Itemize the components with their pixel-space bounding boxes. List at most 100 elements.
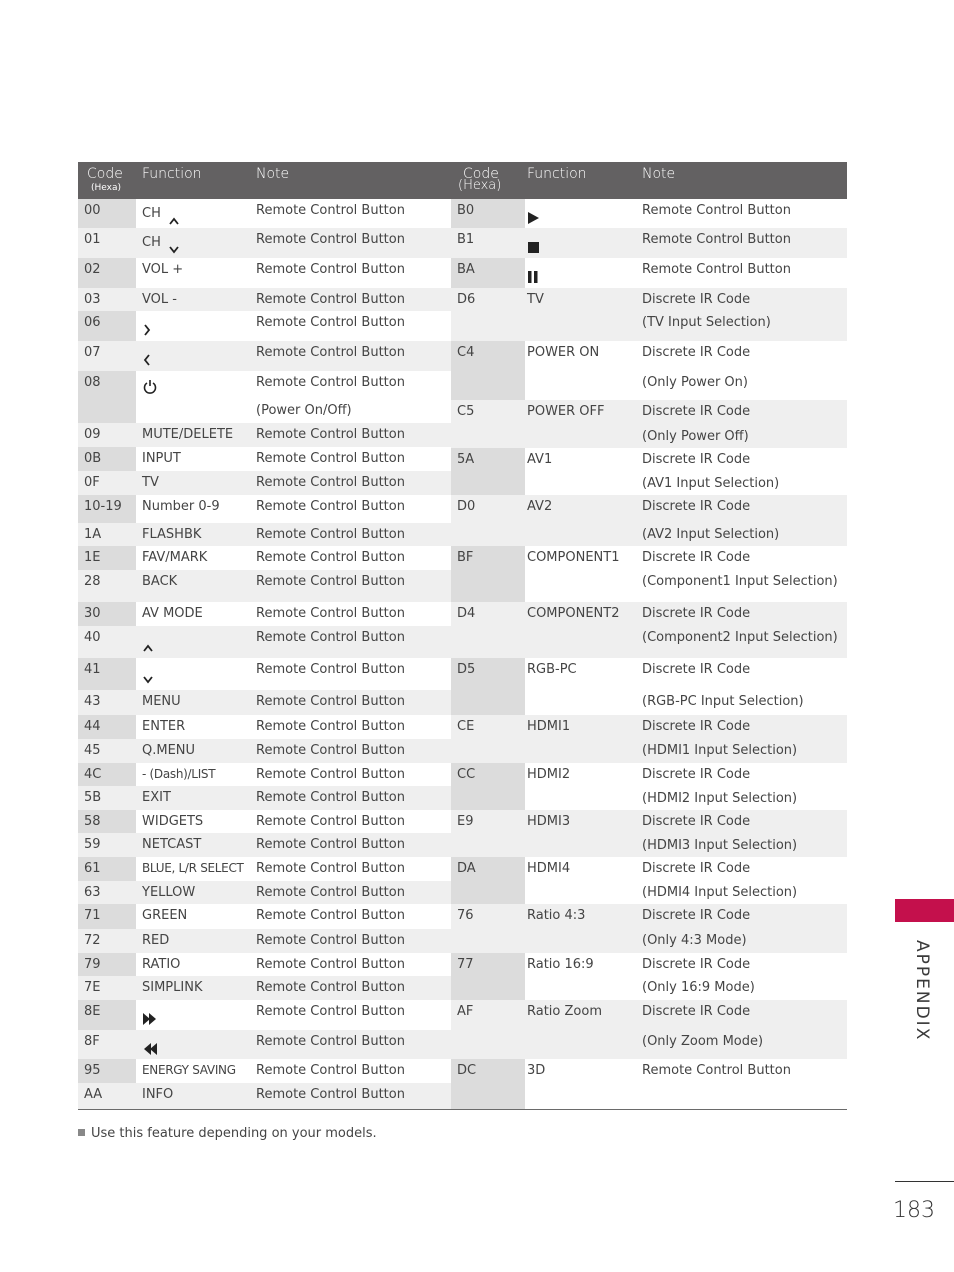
hex-code: 71 [84,908,101,923]
function-label: INFO [142,1087,174,1102]
section-tab-marker [895,899,954,922]
function-label: NETCAST [142,837,202,852]
note-detail: (Component2 Input Selection) [642,630,838,645]
note-text: Remote Control Button [256,475,405,490]
note-text: Remote Control Button [256,315,405,330]
hex-code: D6 [457,292,476,307]
table-row: 09 MUTE/DELETE Remote Control Button [78,423,451,447]
hex-code: 59 [84,837,101,852]
note-text: Remote Control Button [256,574,405,589]
table-row: 01 CH Remote Control Button [78,228,451,258]
hex-code: 10-19 [84,499,122,514]
table-row: D5 RGB-PC Discrete IR Code (RGB-PC Input Se… [451,658,847,715]
table-row: BF COMPONENT1 Discrete IR Code (Component1 … [451,546,847,602]
function-label: Ratio 16:9 [527,957,594,972]
note-text: Remote Control Button [256,662,405,677]
hex-code: 58 [84,814,101,829]
note-detail: (HDMI2 Input Selection) [642,791,798,806]
table-row: 00 CH Remote Control Button [78,199,451,228]
function-label: BACK [142,574,178,589]
hex-code: 79 [84,957,101,972]
hex-code: 07 [84,345,101,360]
note-detail: (Power On/Off) [256,403,352,418]
hex-code: 95 [84,1063,101,1078]
table-row: 77 Ratio 16:9 Discrete IR Code (Only 16:9 M… [451,953,847,1000]
table-row: 30 AV MODE Remote Control Button [78,602,451,626]
note-text: Remote Control Button [256,1034,405,1049]
note-text: Remote Control Button [256,743,405,758]
hex-code: 1A [84,527,102,542]
table-row: 76 Ratio 4:3 Discrete IR Code (Only 4:3 Mod… [451,904,847,953]
note-detail: (Only 16:9 Mode) [642,980,755,995]
hex-code: 5A [457,452,475,467]
function-label: HDMI3 [527,814,571,829]
table-row: 5B EXIT Remote Control Button [78,786,451,810]
function-label: RGB-PC [527,662,577,677]
table-row: 0F TV Remote Control Button [78,471,451,495]
hex-code: 08 [84,375,101,390]
note-text: Remote Control Button [256,262,405,277]
note-text: Remote Control Button [256,885,405,900]
hex-code: 8F [84,1034,100,1049]
header-code-left: Code [87,166,123,182]
hex-code: 44 [84,719,101,734]
header-note-right: Note [642,166,676,182]
note-text: Remote Control Button [256,908,405,923]
note-text: Discrete IR Code [642,1004,751,1019]
note-text: Remote Control Button [256,630,405,645]
chevron-left-icon [143,351,151,370]
table-row: 06 Remote Control Button [78,311,451,341]
function-label: TV [527,292,544,307]
hex-code: D0 [457,499,476,514]
chevron-right-icon [143,321,151,340]
hex-code: 02 [84,262,101,277]
function-label: TV [142,475,159,490]
note-text: Remote Control Button [256,933,405,948]
chevron-down-icon [143,669,153,688]
table-row: 72 RED Remote Control Button [78,929,451,953]
function-label: Q.MENU [142,743,196,758]
note-text: Remote Control Button [256,375,405,390]
function-label: COMPONENT1 [527,550,620,565]
note-text: Discrete IR Code [642,499,751,514]
hex-code: 63 [84,885,101,900]
section-label: APPENDIX [912,940,932,1042]
table-row: 40 Remote Control Button [78,626,451,658]
note-text: Discrete IR Code [642,957,751,972]
hex-code: 4C [84,767,102,782]
hex-code: CE [457,719,475,734]
hex-code: 01 [84,232,101,247]
table-row: 1E FAV/MARK Remote Control Button [78,546,451,570]
table-row: E9 HDMI3 Discrete IR Code (HDMI3 Input Sele… [451,810,847,857]
function-label: ENTER [142,719,186,734]
hex-code: 5B [84,790,102,805]
note-detail: (Only Zoom Mode) [642,1034,764,1049]
note-text: Discrete IR Code [642,767,751,782]
function-label: HDMI1 [527,719,571,734]
hex-code: AF [457,1004,474,1019]
note-text: Remote Control Button [256,767,405,782]
hex-code: C4 [457,345,475,360]
chevron-up-icon [143,637,153,656]
page-number-rule [895,1181,954,1182]
play-icon [528,209,539,228]
table-row: DA HDMI4 Discrete IR Code (HDMI4 Input Sele… [451,857,847,904]
hex-code: 7E [84,980,101,995]
chevron-down-icon [169,239,179,258]
note-text: Remote Control Button [256,345,405,360]
table-header: Code (Hexa) Function Note Code (Hexa) Fu… [78,162,847,199]
table-row: 71 GREEN Remote Control Button [78,904,451,929]
hex-code: 72 [84,933,101,948]
note-text: Remote Control Button [256,837,405,852]
header-note-left: Note [256,166,290,182]
function-label: RATIO [142,957,181,972]
hex-code: 77 [457,957,474,972]
function-label: FLASHBK [142,527,202,542]
note-text: Remote Control Button [256,1004,405,1019]
table-row: DC 3D Remote Control Button [451,1059,847,1109]
table-row: 4C - (Dash)/LIST Remote Control Button [78,763,451,786]
function-label: AV MODE [142,606,203,621]
note-text: Remote Control Button [256,980,405,995]
rewind-icon [143,1040,157,1059]
hex-code: 28 [84,574,101,589]
